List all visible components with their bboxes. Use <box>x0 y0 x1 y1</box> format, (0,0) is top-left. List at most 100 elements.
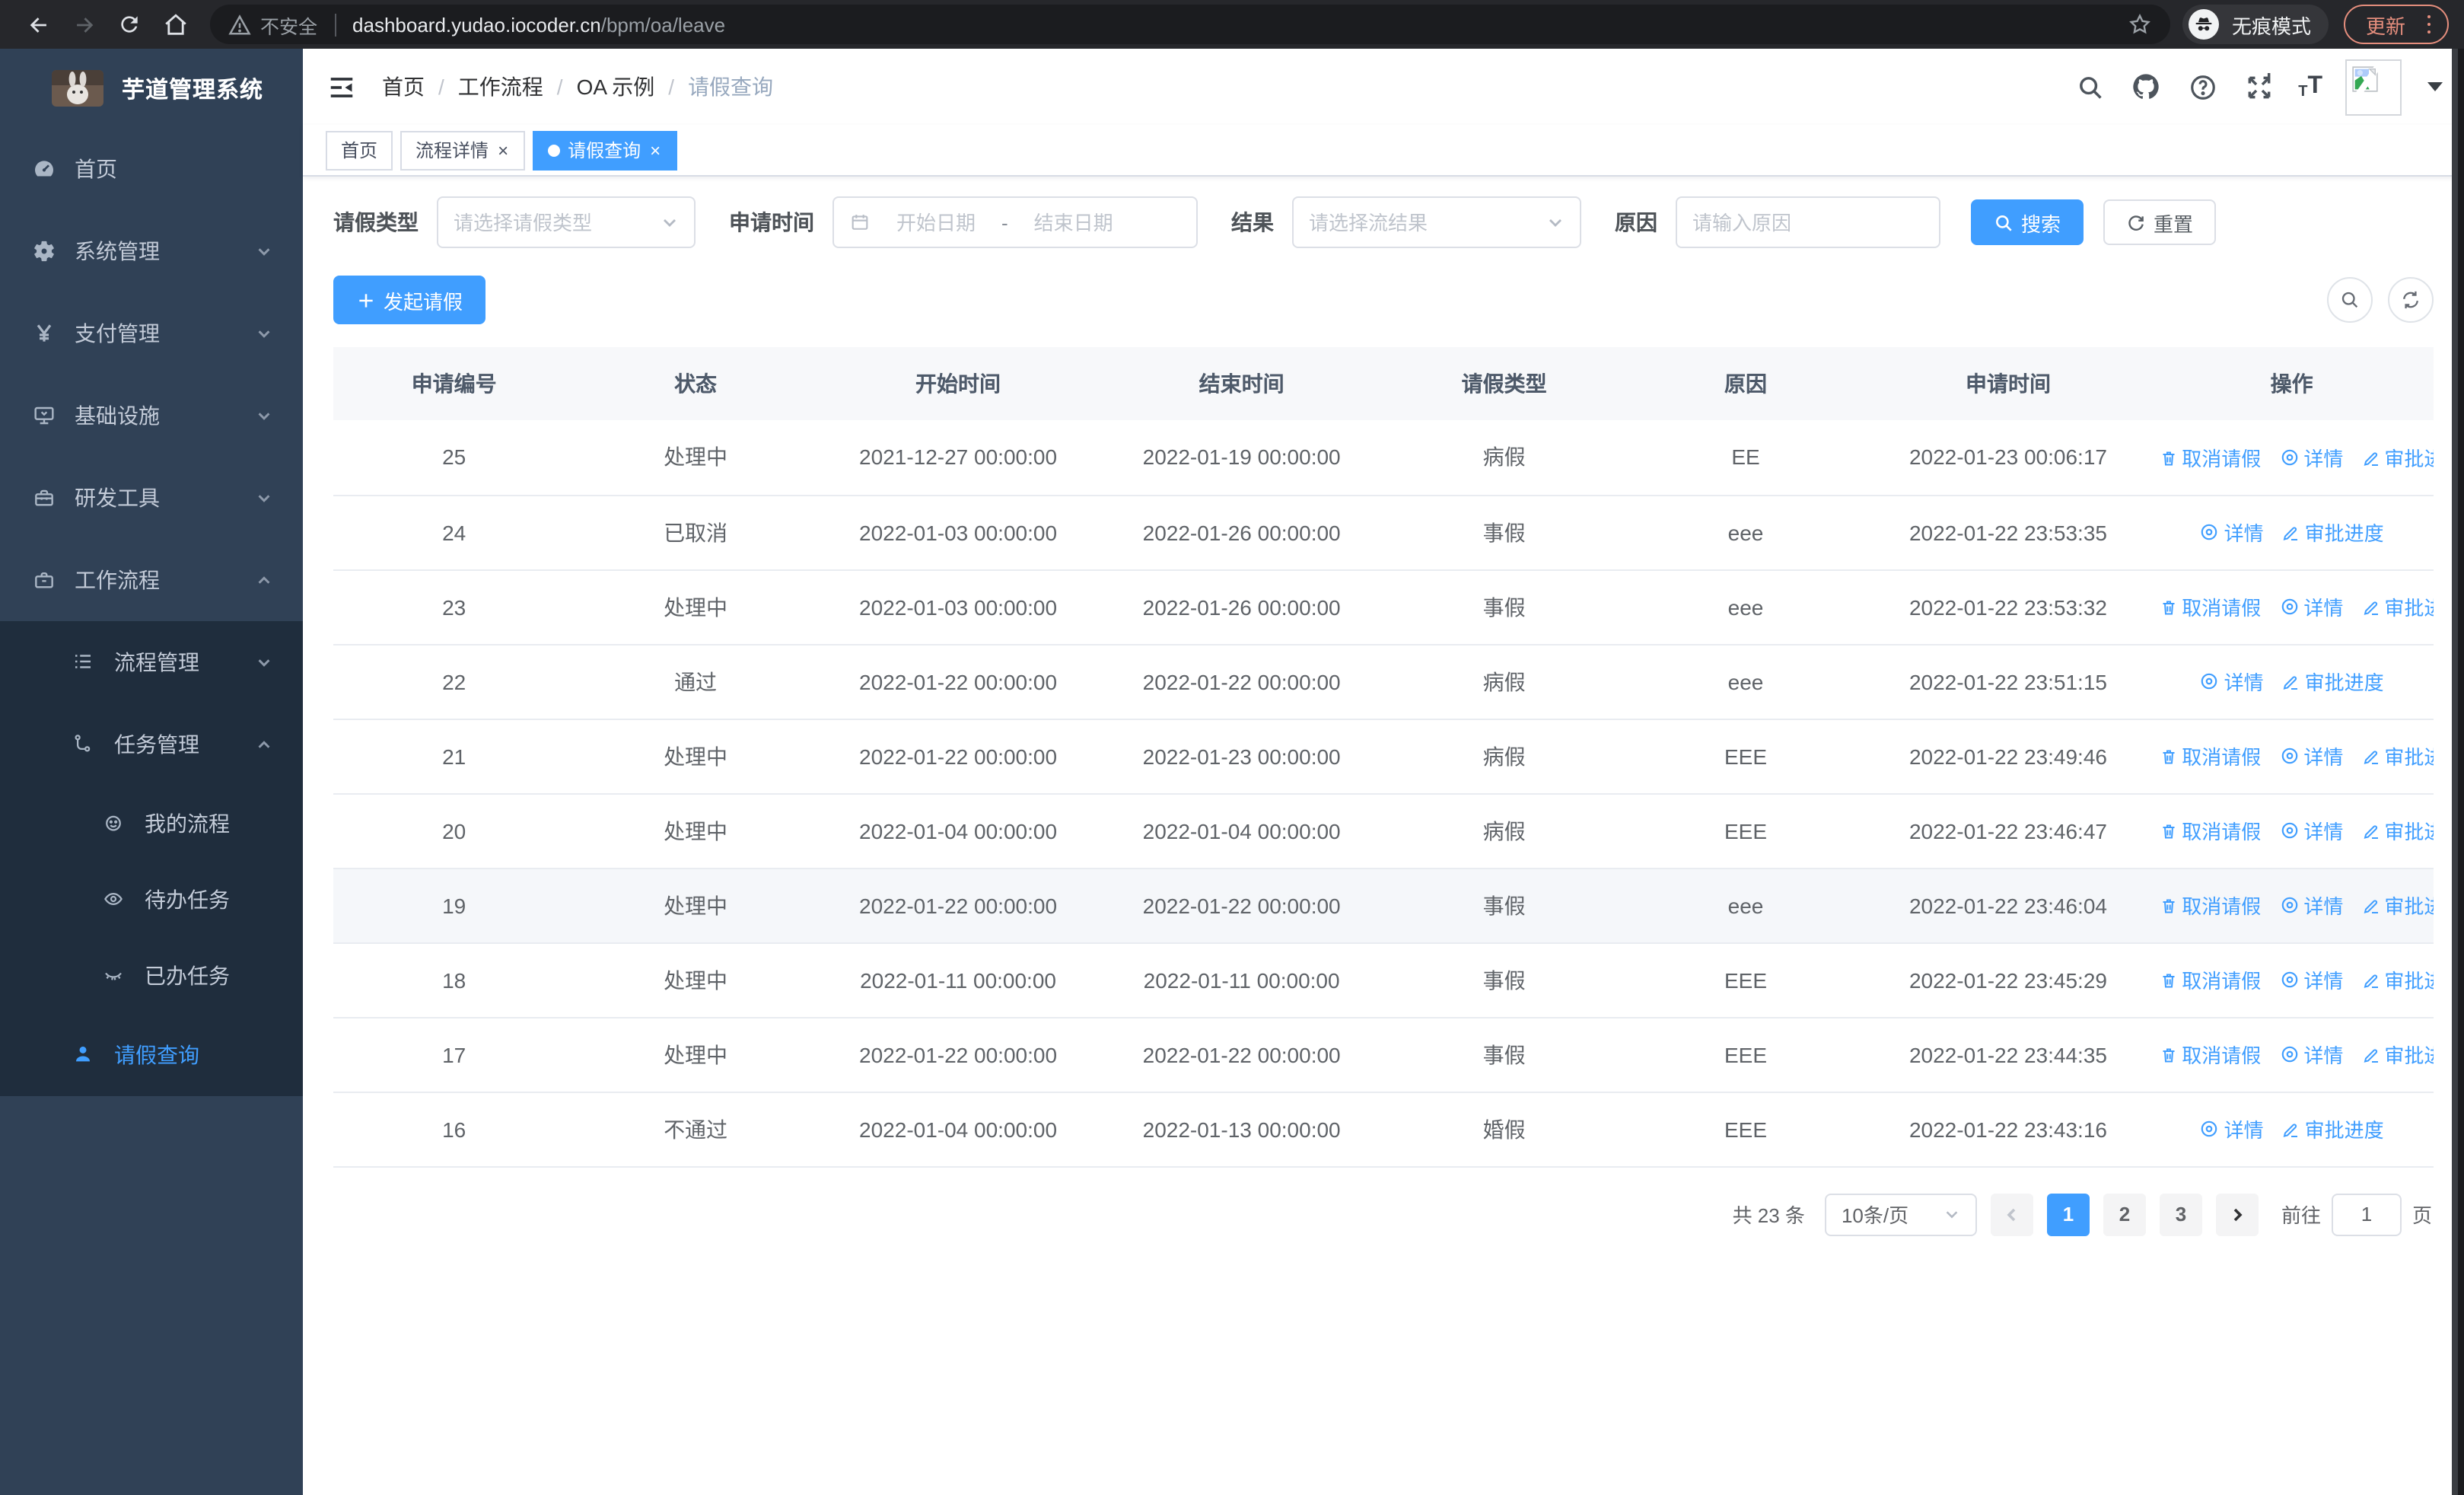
refresh-table-button[interactable] <box>2388 277 2434 323</box>
table-row[interactable]: 16 不通过 2022-01-04 00:00:00 2022-01-13 00:00… <box>333 1092 2434 1167</box>
cell-reason: eee <box>1625 569 1867 645</box>
sidebar-item-process-management[interactable]: 流程管理 <box>0 621 303 703</box>
sidebar-item-leave-query[interactable]: 请假查询 <box>0 1014 303 1096</box>
table-row[interactable]: 25 处理中 2021-12-27 00:00:00 2022-01-19 00:00… <box>333 420 2434 496</box>
page-size-select[interactable]: 10条/页 <box>1824 1193 1977 1235</box>
end-date-input[interactable] <box>1014 211 1133 234</box>
progress-link[interactable]: 审批进度 <box>2282 518 2384 547</box>
progress-link[interactable]: 审批进度 <box>2361 742 2434 771</box>
progress-link[interactable]: 审批进度 <box>2361 817 2434 846</box>
sidebar-item-payment[interactable]: 支付管理 <box>0 292 303 375</box>
create-leave-button[interactable]: 发起请假 <box>333 276 486 324</box>
sidebar-item-home[interactable]: 首页 <box>0 128 303 210</box>
browser-scrollbar[interactable] <box>2452 49 2464 1495</box>
back-icon[interactable] <box>15 5 61 44</box>
cancel-link[interactable]: 取消请假 <box>2159 742 2261 771</box>
progress-link[interactable]: 审批进度 <box>2361 1041 2434 1069</box>
search-icon[interactable] <box>2073 70 2106 104</box>
page-button-2[interactable]: 2 <box>2103 1193 2146 1235</box>
sidebar-item-done-tasks[interactable]: 已办任务 <box>0 938 303 1014</box>
table-row[interactable]: 19 处理中 2022-01-22 00:00:00 2022-01-22 00:00… <box>333 868 2434 943</box>
sidebar-item-system[interactable]: 系统管理 <box>0 210 303 292</box>
bookmark-star-icon[interactable] <box>2128 12 2153 37</box>
search-button[interactable]: 搜索 <box>1971 199 2084 245</box>
detail-link[interactable]: 详情 <box>2279 965 2343 994</box>
sidebar-item-infrastructure[interactable]: 基础设施 <box>0 375 303 457</box>
breadcrumb-item[interactable]: OA 示例 <box>577 72 655 102</box>
result-select[interactable] <box>1292 196 1581 248</box>
result-input[interactable] <box>1309 211 1537 234</box>
github-icon[interactable] <box>2129 70 2163 104</box>
tab-process-detail[interactable]: 流程详情 × <box>400 130 526 170</box>
goto-page-input[interactable] <box>2331 1193 2402 1235</box>
detail-link[interactable]: 详情 <box>2279 442 2343 471</box>
table-row[interactable]: 23 处理中 2022-01-03 00:00:00 2022-01-26 00:00… <box>333 569 2434 645</box>
sidebar-item-workflow[interactable]: 工作流程 <box>0 539 303 621</box>
page-button-3[interactable]: 3 <box>2159 1193 2202 1235</box>
app-logo[interactable]: 芋道管理系统 <box>0 49 303 128</box>
table-row[interactable]: 18 处理中 2022-01-11 00:00:00 2022-01-11 00:00… <box>333 942 2434 1018</box>
cancel-link[interactable]: 取消请假 <box>2159 817 2261 846</box>
detail-link[interactable]: 详情 <box>2279 816 2343 845</box>
leave-type-input[interactable] <box>454 211 651 234</box>
detail-link[interactable]: 详情 <box>2279 1040 2343 1069</box>
cell-actions: 取消请假详情审批进度 <box>2150 1017 2434 1092</box>
leave-type-select[interactable] <box>437 196 696 248</box>
table-row[interactable]: 20 处理中 2022-01-04 00:00:00 2022-01-04 00:00… <box>333 793 2434 869</box>
home-icon[interactable] <box>152 5 198 44</box>
cancel-link[interactable]: 取消请假 <box>2159 966 2261 995</box>
url-bar[interactable]: 不安全 dashboard.yudao.iocoder.cn/bpm/oa/le… <box>210 5 2171 44</box>
avatar-dropdown-caret[interactable] <box>2427 82 2443 91</box>
breadcrumb-item[interactable]: 工作流程 <box>458 72 543 102</box>
forward-icon[interactable] <box>61 5 107 44</box>
close-icon[interactable]: × <box>496 141 510 159</box>
incognito-label: 无痕模式 <box>2231 14 2311 37</box>
tab-home[interactable]: 首页 <box>326 130 393 170</box>
progress-link[interactable]: 审批进度 <box>2361 891 2434 920</box>
search-toggle-button[interactable] <box>2327 277 2373 323</box>
detail-link[interactable]: 详情 <box>2279 592 2343 621</box>
tab-leave-query[interactable]: 请假查询 × <box>533 130 678 170</box>
progress-link[interactable]: 审批进度 <box>2282 668 2384 696</box>
sidebar-item-devtools[interactable]: 研发工具 <box>0 457 303 539</box>
reset-button[interactable]: 重置 <box>2103 199 2217 245</box>
detail-link[interactable]: 详情 <box>2279 741 2343 770</box>
cancel-link[interactable]: 取消请假 <box>2159 1041 2261 1069</box>
fullscreen-icon[interactable] <box>2242 70 2275 104</box>
cancel-link[interactable]: 取消请假 <box>2159 593 2261 622</box>
reason-field[interactable] <box>1676 196 1940 248</box>
cancel-link[interactable]: 取消请假 <box>2159 443 2261 472</box>
progress-link[interactable]: 审批进度 <box>2361 966 2434 995</box>
start-date-input[interactable] <box>877 211 995 234</box>
apply-time-range-picker[interactable]: - <box>832 196 1198 248</box>
progress-link[interactable]: 审批进度 <box>2282 1115 2384 1144</box>
prev-page-button[interactable] <box>1990 1193 2033 1235</box>
font-size-icon[interactable]: TT <box>2298 73 2322 100</box>
help-icon[interactable] <box>2185 70 2219 104</box>
detail-link[interactable]: 详情 <box>2279 891 2343 920</box>
browser-menu-icon[interactable] <box>2419 14 2438 34</box>
progress-link[interactable]: 审批进度 <box>2361 443 2434 472</box>
menu-fold-icon[interactable] <box>324 70 358 104</box>
detail-link[interactable]: 详情 <box>2200 1114 2264 1143</box>
progress-link[interactable]: 审批进度 <box>2361 593 2434 622</box>
sidebar-item-task-management[interactable]: 任务管理 <box>0 703 303 786</box>
breadcrumb-item[interactable]: 首页 <box>382 72 425 102</box>
sidebar-item-my-process[interactable]: 我的流程 <box>0 786 303 862</box>
avatar[interactable] <box>2345 59 2402 115</box>
table-row[interactable]: 21 处理中 2022-01-22 00:00:00 2022-01-23 00:00… <box>333 719 2434 794</box>
next-page-button[interactable] <box>2215 1193 2259 1235</box>
browser-update-button[interactable]: 更新 <box>2344 5 2449 44</box>
reload-icon[interactable] <box>107 5 152 44</box>
page-button-1[interactable]: 1 <box>2046 1193 2090 1235</box>
detail-link[interactable]: 详情 <box>2200 667 2264 696</box>
detail-link[interactable]: 详情 <box>2200 518 2264 547</box>
table-row[interactable]: 22 通过 2022-01-22 00:00:00 2022-01-22 00:00:… <box>333 644 2434 719</box>
reason-input[interactable] <box>1692 211 1924 234</box>
close-icon[interactable]: × <box>648 141 662 159</box>
table-row[interactable]: 24 已取消 2022-01-03 00:00:00 2022-01-26 00:00… <box>333 495 2434 570</box>
cancel-link[interactable]: 取消请假 <box>2159 891 2261 920</box>
table-row[interactable]: 17 处理中 2022-01-22 00:00:00 2022-01-22 00:00… <box>333 1017 2434 1092</box>
cell-status: 处理中 <box>575 569 817 645</box>
sidebar-item-todo-tasks[interactable]: 待办任务 <box>0 862 303 938</box>
